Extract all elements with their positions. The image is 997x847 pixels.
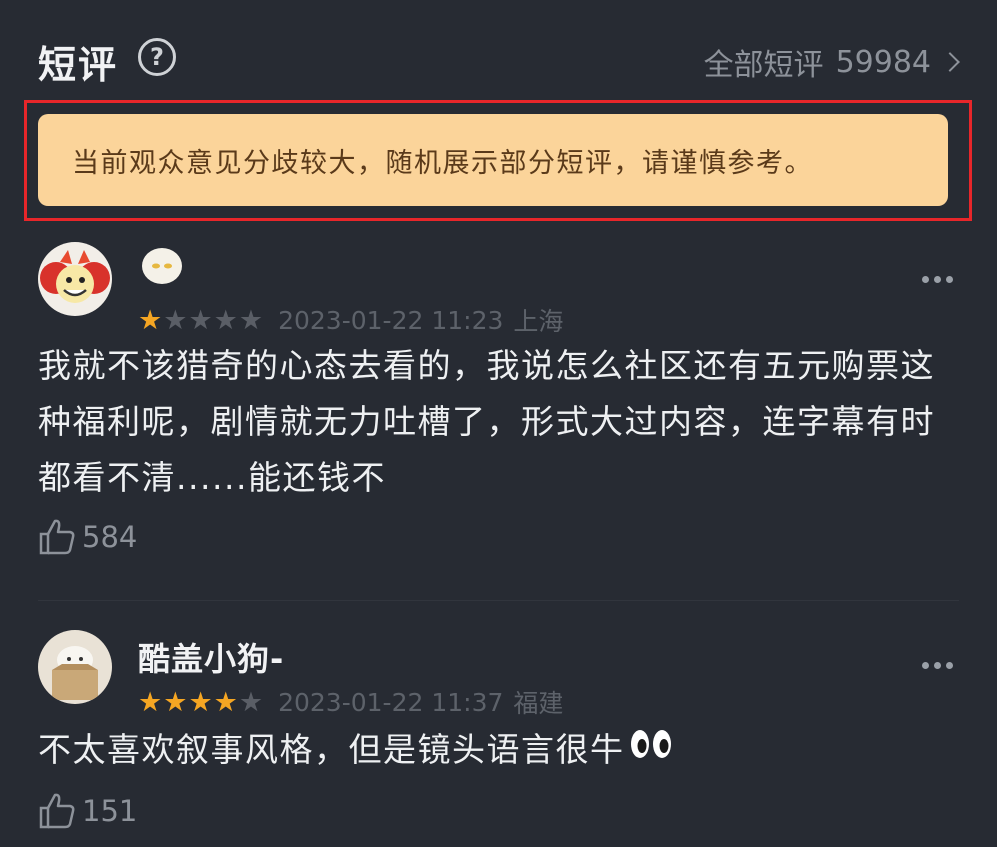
- more-options-icon[interactable]: [922, 662, 953, 669]
- review-meta: ★ ★ ★ ★ ★ 2023-01-22 11:37 福建: [138, 684, 563, 720]
- like-button[interactable]: 584: [38, 518, 137, 556]
- review-content-text: 不太喜欢叙事风格，但是镜头语言很牛: [38, 730, 625, 769]
- all-reviews-count: 59984: [835, 44, 931, 80]
- eyes-emoji-icon: [629, 722, 673, 778]
- review-item: 酷盖小狗- ★ ★ ★ ★ ★ 2023-01-22 11:37 福建 不太喜欢…: [38, 626, 953, 836]
- more-options-icon[interactable]: [922, 276, 953, 283]
- star-icon: ★: [188, 686, 213, 718]
- divider: [38, 600, 959, 601]
- star-icon: ★: [138, 304, 163, 336]
- review-location: 上海: [513, 307, 564, 336]
- thumbs-up-icon: [39, 519, 75, 555]
- review-date: 2023-01-22 11:23: [278, 305, 504, 335]
- star-icon: ★: [213, 304, 238, 336]
- review-item: ★ ★ ★ ★ ★ 2023-01-22 11:23 上海 我就不该猎奇的心态去…: [38, 240, 953, 570]
- star-icon: ★: [163, 686, 188, 718]
- chevron-right-icon: [940, 52, 960, 72]
- review-username[interactable]: 酷盖小狗-: [138, 634, 284, 680]
- section-header: 短评 ? 全部短评 59984: [38, 30, 960, 87]
- star-icon: ★: [163, 304, 188, 336]
- review-content: 我就不该猎奇的心态去看的，我说怎么社区还有五元购票这种福利呢，剧情就无力吐槽了，…: [38, 346, 935, 497]
- like-count: 151: [82, 794, 138, 828]
- review-content: 不太喜欢叙事风格，但是镜头语言很牛: [38, 722, 953, 778]
- star-icon: ★: [188, 304, 213, 336]
- dog-in-box-avatar-icon[interactable]: [38, 630, 112, 704]
- cartoon-avatar-icon[interactable]: [38, 242, 112, 316]
- rating-stars: ★ ★ ★ ★ ★: [138, 689, 264, 716]
- star-icon: ★: [238, 686, 264, 718]
- review-username[interactable]: [138, 244, 186, 296]
- review-date: 2023-01-22 11:37: [278, 687, 504, 717]
- all-reviews-label: 全部短评: [703, 48, 824, 83]
- review-meta: ★ ★ ★ ★ ★ 2023-01-22 11:23 上海: [138, 302, 563, 338]
- like-button[interactable]: 151: [38, 792, 137, 830]
- like-count: 584: [82, 520, 138, 554]
- notice-text: 当前观众意见分歧较大，随机展示部分短评，请谨慎参考。: [72, 147, 813, 179]
- rating-stars: ★ ★ ★ ★ ★: [138, 307, 264, 334]
- thumbs-up-icon: [39, 793, 75, 829]
- star-icon: ★: [238, 304, 264, 336]
- review-location: 福建: [513, 689, 564, 718]
- star-icon: ★: [138, 686, 163, 718]
- section-title: 短评: [38, 43, 119, 87]
- short-reviews-panel: 短评 ? 全部短评 59984 当前观众意见分歧较大，随机展示部分短评，请谨慎参…: [0, 0, 997, 847]
- fluffy-emoji-icon: [138, 244, 186, 296]
- all-reviews-link[interactable]: 全部短评 59984: [703, 40, 960, 84]
- star-icon: ★: [213, 686, 238, 718]
- notice-banner: 当前观众意见分歧较大，随机展示部分短评，请谨慎参考。: [38, 114, 948, 206]
- question-circle-icon[interactable]: ?: [138, 38, 176, 76]
